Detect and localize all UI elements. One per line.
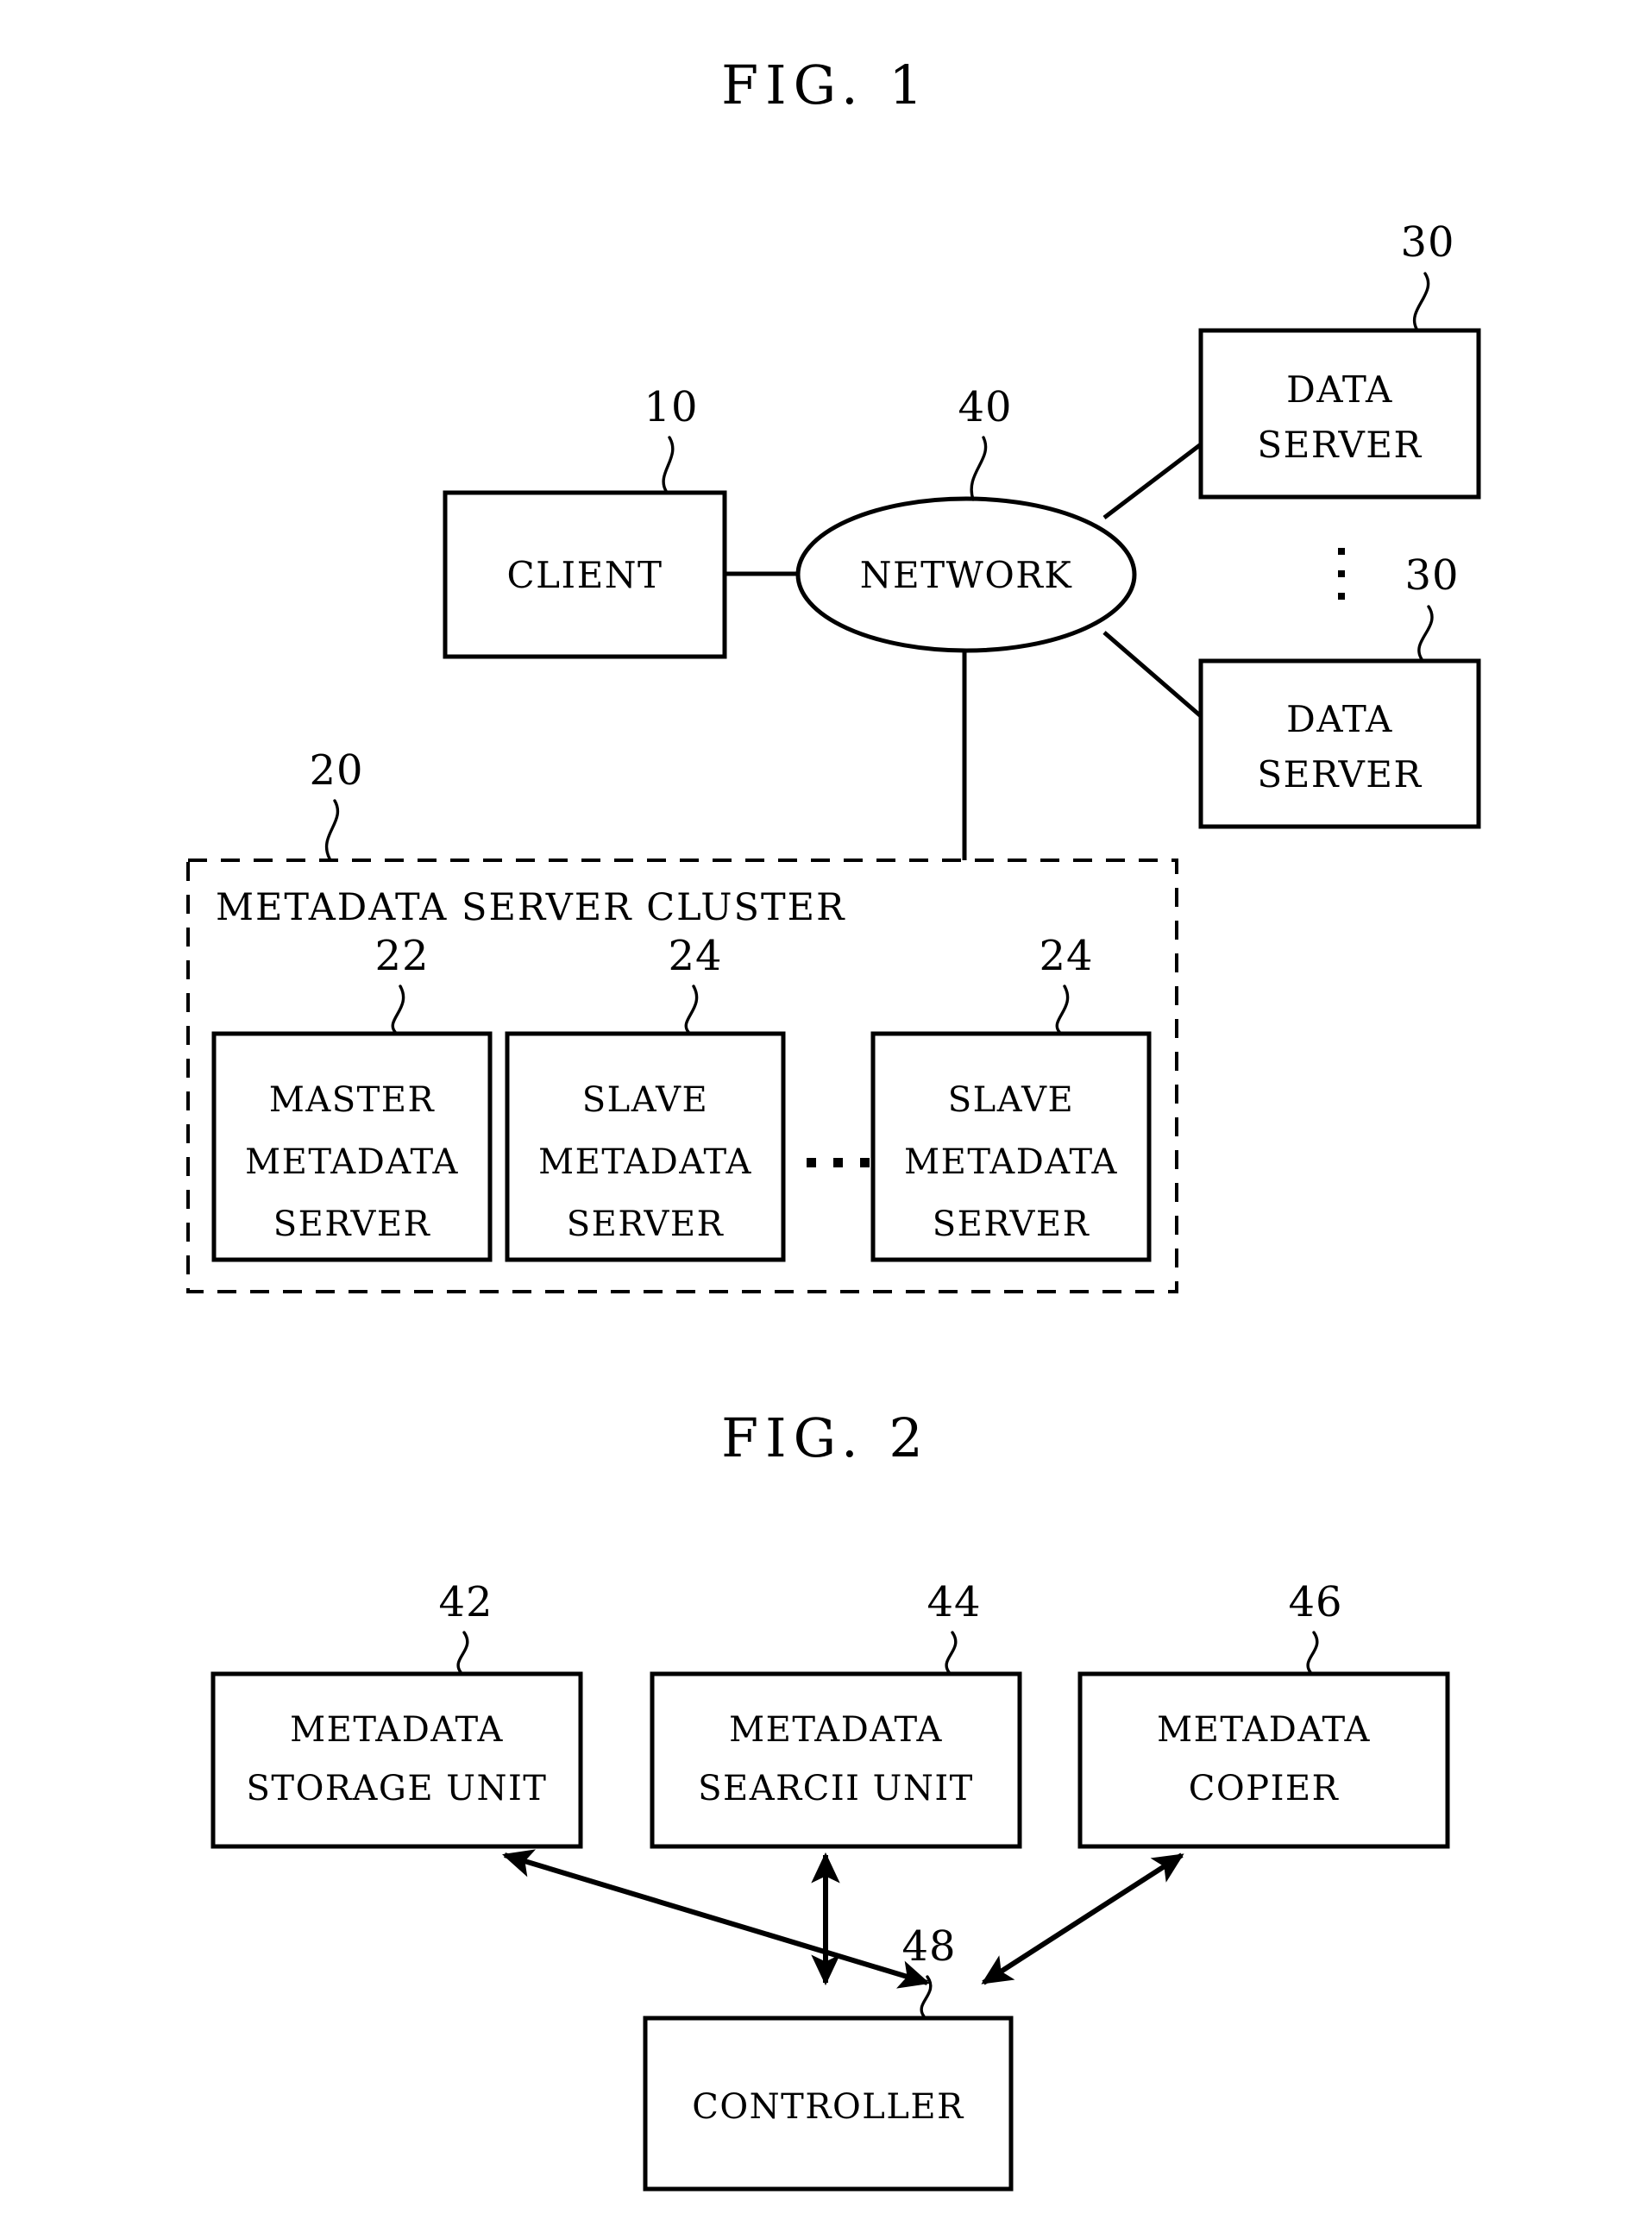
ref-number-20: 20 [309,746,363,795]
node-metadata-search-unit[interactable]: METADATA SEARCII UNIT [650,1671,1022,1849]
leader-line-30-lower [1417,605,1434,661]
node-metadata-copier[interactable]: METADATA COPIER [1077,1671,1450,1849]
metadata-storage-unit-label-line2: STORAGE UNIT [247,1769,548,1808]
leader-line-10 [662,436,675,493]
metadata-search-unit-label-line2: SEARCII UNIT [698,1769,974,1808]
cluster-title-label: METADATA SERVER CLUSTER [216,886,845,929]
master-metadata-server-label-line3: SERVER [273,1204,431,1244]
slave-metadata-server-2-label-line3: SERVER [933,1204,1090,1244]
slave-metadata-server-1-label-line1: SLAVE [582,1080,708,1120]
ref-number-30-upper: 30 [1400,218,1454,267]
network-label: NETWORK [860,554,1073,596]
fig2-connections [502,1849,1184,1989]
patent-drawing-sheet: FIG. 1 CLIENT 10 NETWORK 40 DATA SERVER … [0,0,1652,2214]
ref-callout-24-second: 24 [1039,932,1093,1034]
ref-number-40: 40 [958,383,1012,431]
ref-number-42: 42 [438,1578,493,1626]
ref-number-10: 10 [644,383,698,431]
slave-metadata-server-2-label-line1: SLAVE [948,1080,1074,1120]
ref-callout-44: 44 [927,1578,981,1674]
ref-callout-30-upper: 30 [1400,218,1454,330]
leader-line-24-second [1055,984,1070,1034]
node-client[interactable]: CLIENT [443,490,727,659]
data-server-1-label-line2: SERVER [1257,424,1422,466]
ref-callout-20: 20 [309,746,363,860]
node-metadata-storage-unit[interactable]: METADATA STORAGE UNIT [210,1671,583,1849]
link-network-dataserver2 [1102,631,1203,718]
data-server-2-label-line2: SERVER [1257,753,1422,796]
data-server-1-label-line1: DATA [1286,368,1393,411]
slave-metadata-server-2-label-line2: METADATA [904,1142,1118,1182]
ref-callout-22: 22 [374,932,429,1034]
client-label: CLIENT [506,554,663,596]
ref-number-48: 48 [901,1922,956,1971]
node-network[interactable]: NETWORK [795,496,1137,653]
ref-callout-42: 42 [438,1578,493,1674]
leader-line-44 [945,1631,958,1674]
leader-line-46 [1306,1631,1319,1674]
metadata-copier-box[interactable] [1077,1671,1450,1849]
leader-line-30-upper [1413,272,1430,330]
node-controller[interactable]: CONTROLLER [643,2016,1014,2192]
ref-number-44: 44 [927,1578,981,1626]
vertical-ellipsis-data-servers [1338,548,1345,600]
ref-number-24-second: 24 [1039,932,1093,980]
node-slave-metadata-server-2[interactable]: SLAVE METADATA SERVER [870,1031,1152,1262]
node-data-server-2[interactable]: DATA SERVER [1198,658,1481,829]
slave-metadata-server-1-label-line3: SERVER [567,1204,725,1244]
master-metadata-server-label-line2: METADATA [245,1142,459,1182]
ref-callout-24-first: 24 [668,932,722,1034]
metadata-storage-unit-label-line1: METADATA [290,1710,504,1750]
node-master-metadata-server[interactable]: MASTER METADATA SERVER [211,1031,493,1262]
controller-label: CONTROLLER [692,2087,964,2127]
master-metadata-server-label-line1: MASTER [269,1080,436,1120]
metadata-search-unit-box[interactable] [650,1671,1022,1849]
node-data-server-1[interactable]: DATA SERVER [1198,328,1481,500]
leader-line-24-first [684,984,699,1034]
node-slave-metadata-server-1[interactable]: SLAVE METADATA SERVER [505,1031,786,1262]
leader-line-42 [456,1631,469,1674]
patent-figure-canvas: FIG. 1 CLIENT 10 NETWORK 40 DATA SERVER … [186,53,1481,2192]
leader-line-20 [324,799,340,860]
ref-number-30-lower: 30 [1404,551,1459,600]
ref-number-22: 22 [374,932,429,980]
ref-number-46: 46 [1288,1578,1342,1626]
fig2-title: FIG. 2 [721,1406,930,1469]
slave-metadata-server-1-label-line2: METADATA [538,1142,752,1182]
ref-callout-40: 40 [958,383,1012,501]
ref-callout-10: 10 [644,383,698,493]
data-server-2-label-line1: DATA [1286,698,1393,740]
data-server-2-box[interactable] [1198,658,1481,829]
fig1-title: FIG. 1 [721,53,930,116]
arrow-controller-storage-unit [502,1849,930,1989]
ref-number-24-first: 24 [668,932,722,980]
metadata-copier-label-line2: COPIER [1189,1769,1340,1808]
horizontal-ellipsis-slaves [807,1158,870,1167]
metadata-storage-unit-box[interactable] [210,1671,583,1849]
data-server-1-box[interactable] [1198,328,1481,500]
ref-callout-30-lower: 30 [1404,551,1459,661]
leader-line-22 [391,984,405,1034]
link-network-dataserver1 [1102,443,1203,519]
ref-callout-46: 46 [1288,1578,1342,1674]
leader-line-40 [970,436,988,501]
metadata-copier-label-line1: METADATA [1157,1710,1371,1750]
arrow-controller-copier [981,1852,1184,1985]
metadata-search-unit-label-line1: METADATA [729,1710,943,1750]
ref-callout-48: 48 [901,1922,956,2018]
